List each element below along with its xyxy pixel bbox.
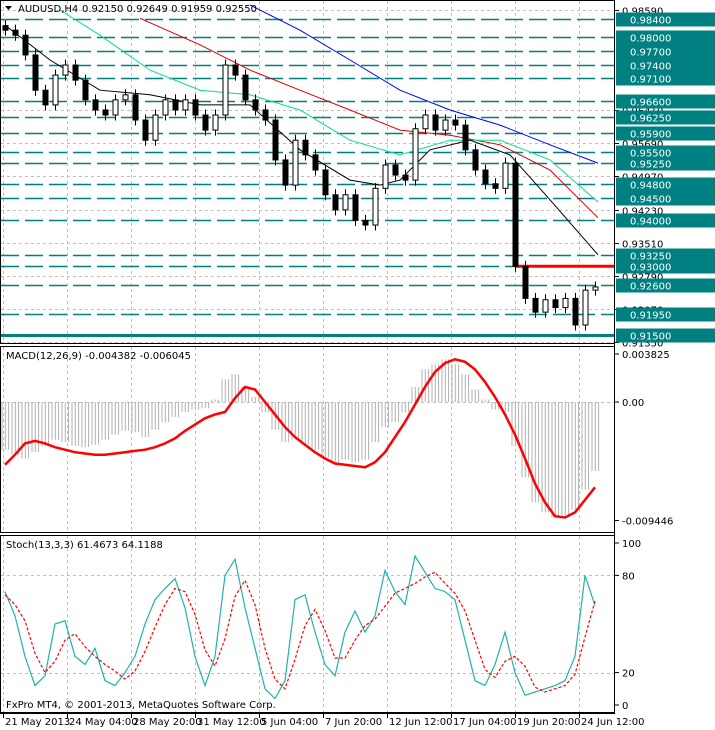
candle-bullish xyxy=(422,114,429,130)
candle-bearish xyxy=(42,89,49,106)
candle-bullish xyxy=(62,64,69,76)
candle-bearish xyxy=(322,169,329,196)
candle-bearish xyxy=(512,162,519,267)
price-level-label: 0.91500 xyxy=(630,332,671,343)
price-level-label: 0.97100 xyxy=(630,75,671,86)
candle-bullish xyxy=(582,289,589,326)
candle-bearish xyxy=(392,164,399,176)
candle-bullish xyxy=(112,99,119,116)
candle-bearish xyxy=(72,64,79,81)
candle-bearish xyxy=(142,119,149,141)
time-label: 21 May 2013 xyxy=(5,717,70,728)
candle-bearish xyxy=(22,34,29,56)
candle-bullish xyxy=(382,164,389,189)
price-level-label: 0.96600 xyxy=(630,98,671,109)
candle-bearish xyxy=(272,119,279,161)
candle-bullish xyxy=(542,299,549,313)
price-level-label: 0.98000 xyxy=(630,34,671,45)
time-label: 28 May 20:00 xyxy=(133,717,202,728)
candle-bearish xyxy=(92,99,99,111)
candle-bearish xyxy=(452,119,459,126)
ohlc-values: 0.92150 0.92649 0.91959 0.92550 xyxy=(82,4,257,15)
time-label: 31 May 12:00 xyxy=(197,717,266,728)
price-level-label: 0.92600 xyxy=(630,282,671,293)
candle-bearish xyxy=(312,154,319,171)
price-level-label: 0.94800 xyxy=(630,181,671,192)
candle-bullish xyxy=(412,128,419,181)
price-level-label: 0.95900 xyxy=(630,130,671,141)
candle-bullish xyxy=(162,99,169,116)
candle-bearish xyxy=(282,159,289,186)
candle-bearish xyxy=(252,99,259,111)
macd-tick-label: 0.003825 xyxy=(622,350,670,361)
stoch-tick-label: 0 xyxy=(622,701,628,712)
time-label: 5 Jun 04:00 xyxy=(261,717,318,728)
candle-bullish xyxy=(152,114,159,141)
candle-bearish xyxy=(332,194,339,211)
stoch-tick-label: 100 xyxy=(622,539,641,550)
stoch-title: Stoch(13,3,3) 61.4673 64.1188 xyxy=(6,540,163,551)
candle-bearish xyxy=(12,29,19,36)
candle-bearish xyxy=(132,94,139,121)
candle-bullish xyxy=(52,74,59,106)
candle-bullish xyxy=(502,162,509,189)
candle-bearish xyxy=(102,109,109,116)
candle-bearish xyxy=(482,169,489,185)
candle-bearish xyxy=(82,79,89,101)
time-label: 17 Jun 04:00 xyxy=(453,717,517,728)
price-level-label: 0.97700 xyxy=(630,48,671,59)
candle-bullish xyxy=(562,297,569,309)
price-level-label: 0.93000 xyxy=(630,263,671,274)
price-level-label: 0.98400 xyxy=(630,16,671,27)
candle-bullish xyxy=(442,119,449,131)
candle-bearish xyxy=(472,149,479,171)
time-label: 19 Jun 20:00 xyxy=(517,717,581,728)
symbol-title: AUDUSD,H4 xyxy=(18,4,78,15)
copyright: FxPro MT4, © 2001-2013, MetaQuotes Softw… xyxy=(6,700,276,711)
macd-title: MACD(12,26,9) -0.004382 -0.006045 xyxy=(6,351,191,362)
candle-bearish xyxy=(262,109,269,121)
price-level-label: 0.96250 xyxy=(630,114,671,125)
stoch-tick-label: 80 xyxy=(622,571,635,582)
candle-bullish xyxy=(342,194,349,211)
time-label: 12 Jun 12:00 xyxy=(389,717,453,728)
time-label: 24 Jun 12:00 xyxy=(581,717,645,728)
price-level-label: 0.97400 xyxy=(630,62,671,73)
candle-bearish xyxy=(302,139,309,156)
price-level-label: 0.94500 xyxy=(630,195,671,206)
candle-bearish xyxy=(172,99,179,111)
candle-bullish xyxy=(372,187,379,226)
candle-bearish xyxy=(462,124,469,151)
candle-bearish xyxy=(572,297,579,326)
price-level-label: 0.94000 xyxy=(630,217,671,228)
time-label: 7 Jun 20:00 xyxy=(325,717,382,728)
candle-bullish xyxy=(182,99,189,111)
candle-bearish xyxy=(522,265,529,299)
candle-bearish xyxy=(242,74,249,101)
macd-tick-label: -0.009446 xyxy=(622,517,673,528)
candle-bullish xyxy=(122,94,129,101)
trading-chart[interactable]: 21 May 201324 May 04:0028 May 20:0031 Ma… xyxy=(0,0,715,730)
candle-bearish xyxy=(552,299,559,309)
candle-bearish xyxy=(362,219,369,226)
candle-bearish xyxy=(232,64,239,76)
candle-bearish xyxy=(352,194,359,221)
candle-bearish xyxy=(202,114,209,131)
candle-bearish xyxy=(32,54,39,91)
candle-bullish xyxy=(592,286,599,291)
candle-bearish xyxy=(432,114,439,131)
candle-bullish xyxy=(292,139,299,186)
time-label: 24 May 04:00 xyxy=(69,717,138,728)
macd-tick-label: 0.00 xyxy=(622,398,644,409)
candle-bearish xyxy=(402,174,409,181)
candle-bearish xyxy=(532,297,539,313)
candle-bullish xyxy=(212,114,219,131)
candle-bearish xyxy=(192,99,199,116)
candle-bearish xyxy=(492,183,499,189)
price-level-label: 0.95250 xyxy=(630,160,671,171)
candle-bullish xyxy=(222,64,229,116)
stoch-tick-label: 20 xyxy=(622,669,635,680)
price-level-label: 0.91950 xyxy=(630,311,671,322)
candle-bearish xyxy=(2,25,9,31)
